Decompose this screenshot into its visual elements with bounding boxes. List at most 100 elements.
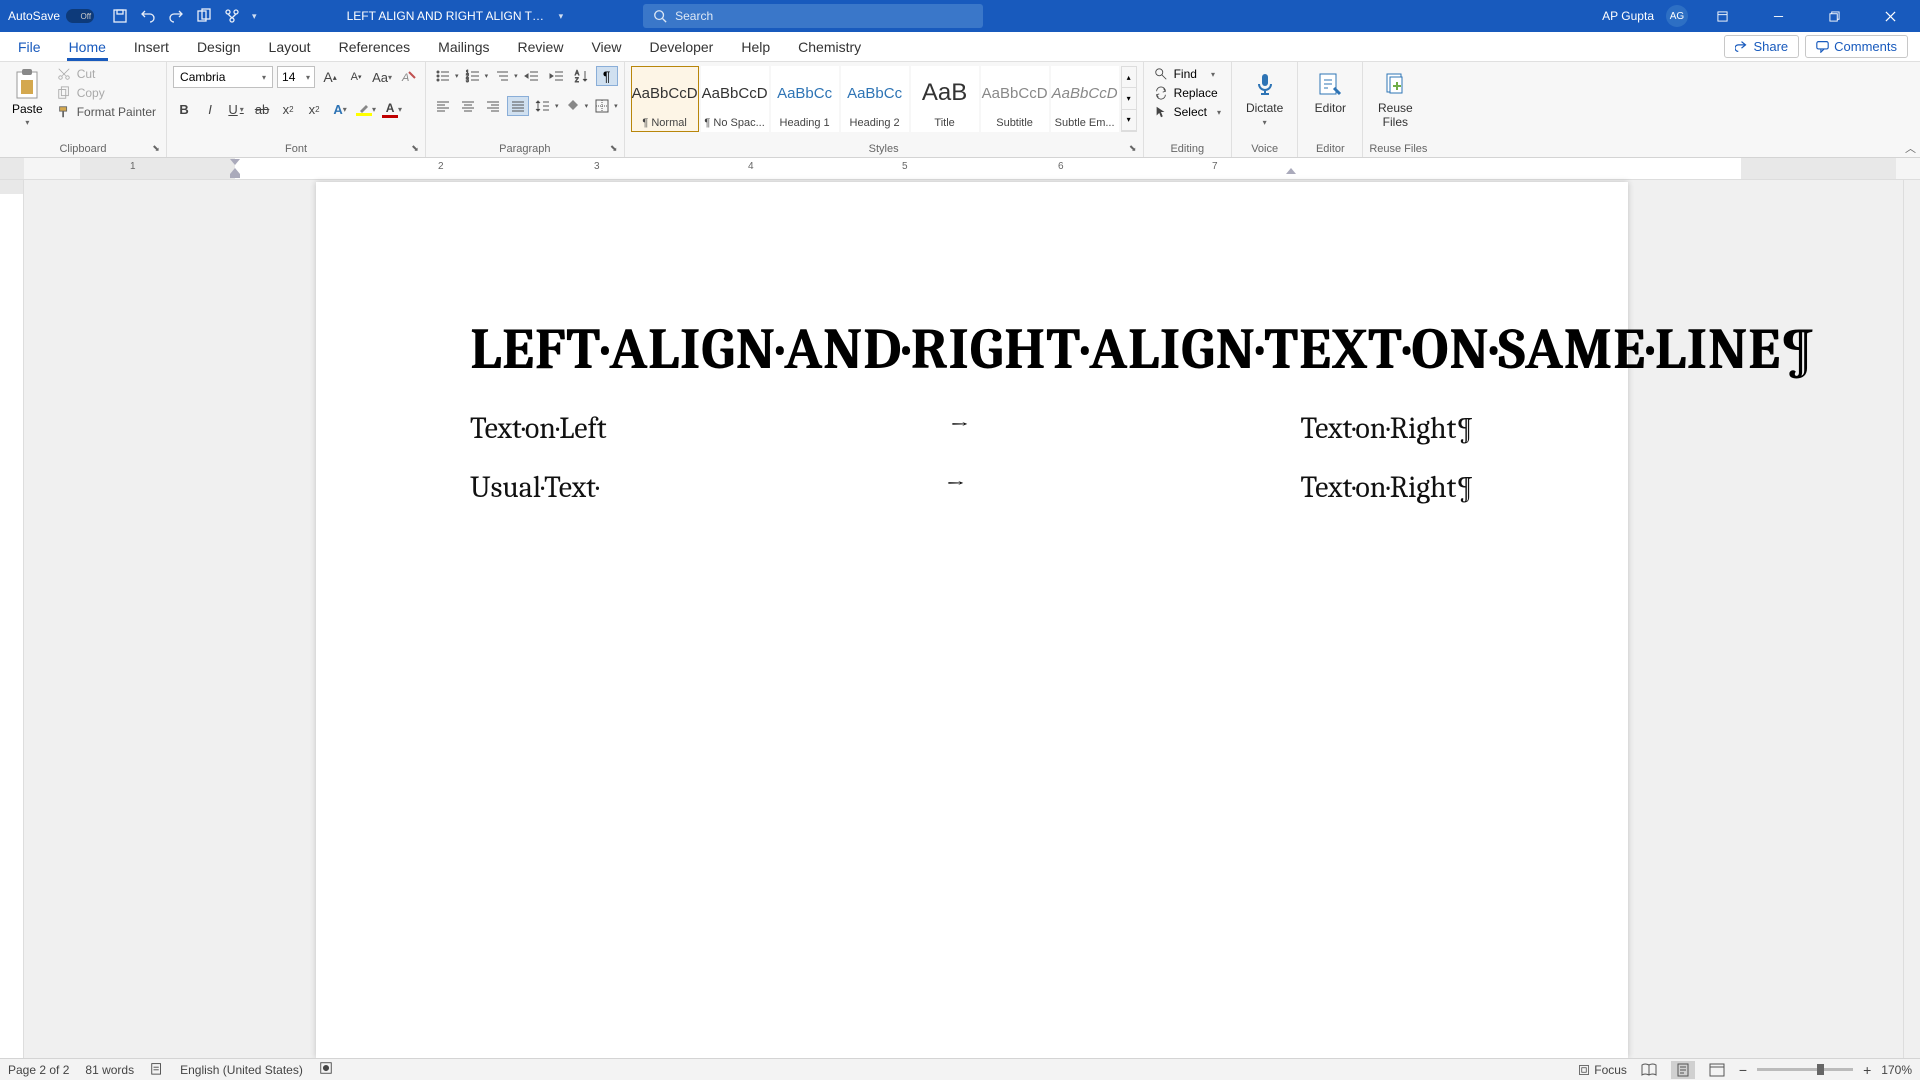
minimize-button[interactable]	[1756, 0, 1800, 32]
qat-customize-icon[interactable]: ▾	[252, 11, 257, 22]
tab-review[interactable]: Review	[504, 32, 578, 61]
font-size-combo[interactable]: 14▾	[277, 66, 315, 88]
focus-mode-button[interactable]: Focus	[1578, 1063, 1627, 1077]
copy-button[interactable]: Copy	[53, 85, 160, 101]
document-line-1[interactable]: Text·on·Left → Text·on·Right¶	[470, 411, 1474, 446]
autosave-toggle[interactable]: AutoSave Off	[0, 9, 102, 23]
font-launcher[interactable]: ⬊	[409, 143, 421, 155]
style-normal[interactable]: AaBbCcD¶ Normal	[631, 66, 699, 132]
collapse-ribbon-icon[interactable]: ︿	[1905, 140, 1916, 156]
styles-scroll[interactable]: ▴▾▾	[1121, 66, 1137, 132]
search-box[interactable]: Search	[643, 4, 983, 28]
select-button[interactable]: Select▾	[1150, 104, 1225, 120]
tab-help[interactable]: Help	[727, 32, 784, 61]
print-layout-button[interactable]	[1671, 1061, 1695, 1079]
strikethrough-button[interactable]: ab	[251, 98, 273, 120]
status-macro-icon[interactable]	[319, 1061, 333, 1078]
align-right-button[interactable]	[482, 96, 504, 116]
clipboard-launcher[interactable]: ⬊	[150, 143, 162, 155]
zoom-slider[interactable]	[1757, 1068, 1853, 1071]
document-heading[interactable]: LEFT·ALIGN·AND·RIGHT·ALIGN·TEXT·ON·SAME·…	[470, 312, 1474, 387]
share-button[interactable]: Share	[1724, 35, 1799, 58]
dictate-button[interactable]: Dictate ▾	[1238, 66, 1291, 131]
replace-button[interactable]: Replace	[1150, 85, 1225, 101]
paragraph-launcher[interactable]: ⬊	[608, 143, 620, 155]
ribbon-display-button[interactable]	[1700, 0, 1744, 32]
line-spacing-button[interactable]	[532, 96, 554, 116]
undo-icon[interactable]	[140, 8, 156, 24]
shading-button[interactable]	[562, 96, 584, 116]
bullets-button[interactable]	[432, 66, 454, 86]
tab-references[interactable]: References	[325, 32, 425, 61]
bold-button[interactable]: B	[173, 98, 195, 120]
borders-button[interactable]	[591, 96, 613, 116]
cut-button[interactable]: Cut	[53, 66, 160, 82]
web-layout-button[interactable]	[1705, 1061, 1729, 1079]
numbering-button[interactable]: 123	[462, 66, 484, 86]
tab-developer[interactable]: Developer	[636, 32, 728, 61]
style-heading1[interactable]: AaBbCcHeading 1	[771, 66, 839, 132]
user-avatar[interactable]: AG	[1666, 5, 1688, 27]
text-effects-button[interactable]: A▾	[329, 98, 351, 120]
status-spellcheck-icon[interactable]	[150, 1061, 164, 1078]
title-dropdown-icon[interactable]: ▾	[559, 11, 564, 22]
style-subtle-emphasis[interactable]: AaBbCcDSubtle Em...	[1051, 66, 1119, 132]
tab-design[interactable]: Design	[183, 32, 255, 61]
superscript-button[interactable]: x2	[303, 98, 325, 120]
tab-insert[interactable]: Insert	[120, 32, 183, 61]
maximize-button[interactable]	[1812, 0, 1856, 32]
tab-file[interactable]: File	[4, 32, 55, 61]
read-mode-button[interactable]	[1637, 1061, 1661, 1079]
sort-button[interactable]: AZ	[571, 66, 593, 86]
tab-chemistry[interactable]: Chemistry	[784, 32, 875, 61]
increase-indent-button[interactable]	[546, 66, 568, 86]
font-color-button[interactable]: A▾	[381, 98, 403, 120]
tab-mailings[interactable]: Mailings	[424, 32, 503, 61]
comments-button[interactable]: Comments	[1805, 35, 1908, 58]
page-scroll[interactable]: LEFT·ALIGN·AND·RIGHT·ALIGN·TEXT·ON·SAME·…	[24, 180, 1920, 1058]
vertical-scrollbar[interactable]	[1903, 180, 1920, 1058]
highlight-button[interactable]: ▾	[355, 98, 377, 120]
shrink-font-button[interactable]: A▾	[345, 66, 367, 88]
style-subtitle[interactable]: AaBbCcDSubtitle	[981, 66, 1049, 132]
tab-layout[interactable]: Layout	[255, 32, 325, 61]
style-no-spacing[interactable]: AaBbCcD¶ No Spac...	[701, 66, 769, 132]
styles-launcher[interactable]: ⬊	[1127, 143, 1139, 155]
underline-button[interactable]: U▾	[225, 98, 247, 120]
align-left-button[interactable]	[432, 96, 454, 116]
status-language[interactable]: English (United States)	[180, 1063, 303, 1077]
zoom-out-button[interactable]: −	[1739, 1062, 1747, 1078]
change-case-button[interactable]: Aa▾	[371, 66, 393, 88]
decrease-indent-button[interactable]	[521, 66, 543, 86]
paste-button[interactable]: Paste ▾	[6, 66, 49, 129]
reuse-files-button[interactable]: Reuse Files	[1369, 66, 1421, 134]
document-line-2[interactable]: Usual·Text· → Text·on·Right¶	[470, 470, 1474, 505]
redo-icon[interactable]	[168, 8, 184, 24]
tab-home[interactable]: Home	[55, 32, 120, 61]
grow-font-button[interactable]: A▴	[319, 66, 341, 88]
status-words[interactable]: 81 words	[85, 1063, 134, 1077]
status-page[interactable]: Page 2 of 2	[8, 1063, 69, 1077]
font-name-combo[interactable]: Cambria▾	[173, 66, 273, 88]
document-page[interactable]: LEFT·ALIGN·AND·RIGHT·ALIGN·TEXT·ON·SAME·…	[316, 182, 1628, 1058]
find-button[interactable]: Find▾	[1150, 66, 1225, 82]
show-marks-button[interactable]: ¶	[596, 66, 618, 86]
user-name[interactable]: AP Gupta	[1602, 9, 1654, 23]
style-heading2[interactable]: AaBbCcHeading 2	[841, 66, 909, 132]
italic-button[interactable]: I	[199, 98, 221, 120]
format-painter-button[interactable]: Format Painter	[53, 104, 160, 120]
ruler-vertical[interactable]	[0, 180, 24, 1058]
multilevel-button[interactable]	[491, 66, 513, 86]
align-center-button[interactable]	[457, 96, 479, 116]
save-icon[interactable]	[112, 8, 128, 24]
right-indent-marker[interactable]	[1286, 168, 1296, 178]
editor-button[interactable]: Editor	[1304, 66, 1356, 119]
style-title[interactable]: AaBTitle	[911, 66, 979, 132]
tab-view[interactable]: View	[577, 32, 635, 61]
zoom-in-button[interactable]: +	[1863, 1062, 1871, 1078]
ruler-horizontal[interactable]: 1 2 3 4 5 6 7	[0, 158, 1920, 180]
qat-icon-4[interactable]	[196, 8, 212, 24]
zoom-level[interactable]: 170%	[1881, 1063, 1912, 1077]
autosave-switch[interactable]: Off	[66, 9, 94, 23]
left-indent-marker[interactable]	[230, 168, 240, 178]
